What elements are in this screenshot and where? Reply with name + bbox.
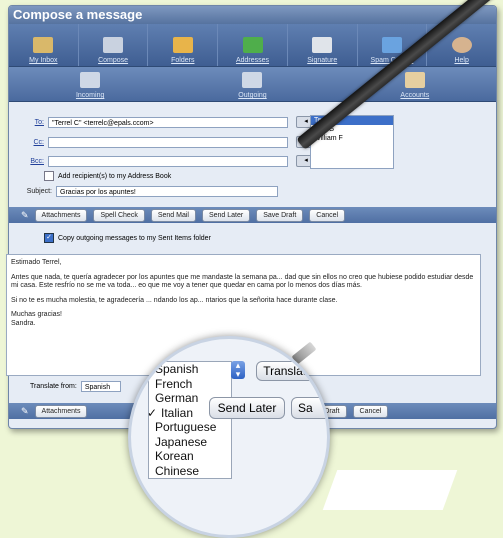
bcc-row: Bcc: ◂ [16,155,316,167]
toolbar-label: Help [454,57,469,64]
spam-control-icon [381,37,402,53]
language-option[interactable]: Korean [149,449,231,464]
send-mail-button[interactable]: Send Mail [150,208,196,222]
toolbar-signature[interactable]: Signature [288,24,358,66]
message-paragraph: Si no te es mucha molestia, te agradecer… [11,296,338,304]
incoming-icon [80,72,101,88]
translate-from-select[interactable]: Spanish [80,381,121,392]
add-to-book-checkbox[interactable] [44,171,54,181]
inbox-icon [33,37,54,53]
language-option[interactable]: Portuguese [149,420,231,435]
attachments-button[interactable]: Attachments [34,208,88,222]
language-option[interactable]: Chinese [149,464,231,479]
to-label[interactable]: To: [16,119,44,126]
to-field[interactable]: "Terrel C" <terrelc@epals.ccom> [48,116,288,128]
folder-icon [172,37,193,53]
paperclip-icon: ✎ [21,405,29,416]
subject-field[interactable]: Gracias por los apuntes! [56,186,278,197]
save-draft-button[interactable]: Save Draft [256,208,304,222]
attachments-button[interactable]: Attachments [34,404,88,418]
language-option[interactable]: Japanese [149,435,231,450]
subject-label: Subject: [26,188,52,195]
toolbar-inbox[interactable]: My Inbox [9,24,79,66]
toolbar-label: Compose [98,57,129,64]
send-later-button[interactable]: Send Later [201,208,251,222]
outgoing-icon [242,72,263,88]
compose-icon [103,37,124,53]
language-dropdown-list[interactable]: Spanish French German ✓ Italian Portugues… [147,361,232,479]
translate-row: Translate from: Spanish [30,381,121,392]
toolbar-outgoing[interactable]: Outgoing [171,67,333,101]
checkbox-icon[interactable]: ✓ [44,233,54,243]
cc-field[interactable] [48,136,288,148]
toolbar-label: Folders [171,57,195,64]
copy-outgoing-row: ✓ Copy outgoing messages to my Sent Item… [44,233,211,243]
help-icon [451,37,472,53]
save-button-magnified[interactable]: Sa [291,397,327,419]
toolbar-compose[interactable]: Compose [79,24,149,66]
language-option[interactable]: Spanish [149,362,231,377]
translate-button[interactable]: Translate [256,361,320,381]
message-paragraph: Antes que nada, te quería agradecer por … [11,273,474,290]
signature-icon [312,37,333,53]
language-option[interactable]: French [149,377,231,392]
checkmark-icon: ✓ [147,405,158,420]
message-greeting: Estimado Terrel, [11,259,62,266]
secondary-toolbar: Incoming Outgoing Accounts [9,67,496,102]
message-closing: Muchas gracias! [11,311,62,319]
cc-row: Cc: ◂ [16,136,316,148]
list-item[interactable]: William F [311,134,393,143]
message-signature: Sandra. [11,319,36,327]
cancel-button[interactable]: Cancel [309,208,346,222]
toolbar-label: Incoming [75,92,105,99]
toolbar-label: Accounts [400,92,430,99]
language-option-label: Italian [161,405,194,420]
action-bar: ✎ Attachments Spell Check Send Mail Send… [9,207,496,223]
window-title: Compose a message [9,6,496,24]
paperclip-icon: ✎ [21,209,29,220]
translate-from-label: Translate from: [30,383,77,390]
copy-outgoing-label: Copy outgoing messages to my Sent Items … [58,234,211,242]
bcc-field[interactable] [48,155,288,167]
magnifier-lens: Spanish French German ✓ Italian Portugues… [128,336,330,538]
add-to-book-row: Add recipient(s) to my Address Book [44,171,171,181]
dropdown-arrow-icon[interactable]: ▴ ▾ [231,361,245,379]
accounts-icon [404,72,425,88]
send-later-button-magnified[interactable]: Send Later [209,397,285,419]
cancel-button[interactable]: Cancel [352,404,389,418]
toolbar-label: Signature [307,57,338,64]
bcc-label[interactable]: Bcc: [16,158,44,165]
add-to-book-label: Add recipient(s) to my Address Book [58,172,172,180]
toolbar-addresses[interactable]: Addresses [218,24,288,66]
to-row: To: "Terrel C" <terrelc@epals.ccom> ◂ [16,116,316,128]
spell-check-button[interactable]: Spell Check [93,208,145,222]
subject-row: Subject: Gracias por los apuntes! [16,186,278,197]
toolbar-incoming[interactable]: Incoming [9,67,171,101]
toolbar-label: Addresses [235,57,270,64]
toolbar-label: My Inbox [29,57,58,64]
address-book-icon [242,37,263,53]
callout-shape [322,470,458,510]
toolbar-label: Outgoing [238,92,267,99]
toolbar-folders[interactable]: Folders [148,24,219,66]
cc-label[interactable]: Cc: [16,139,45,146]
